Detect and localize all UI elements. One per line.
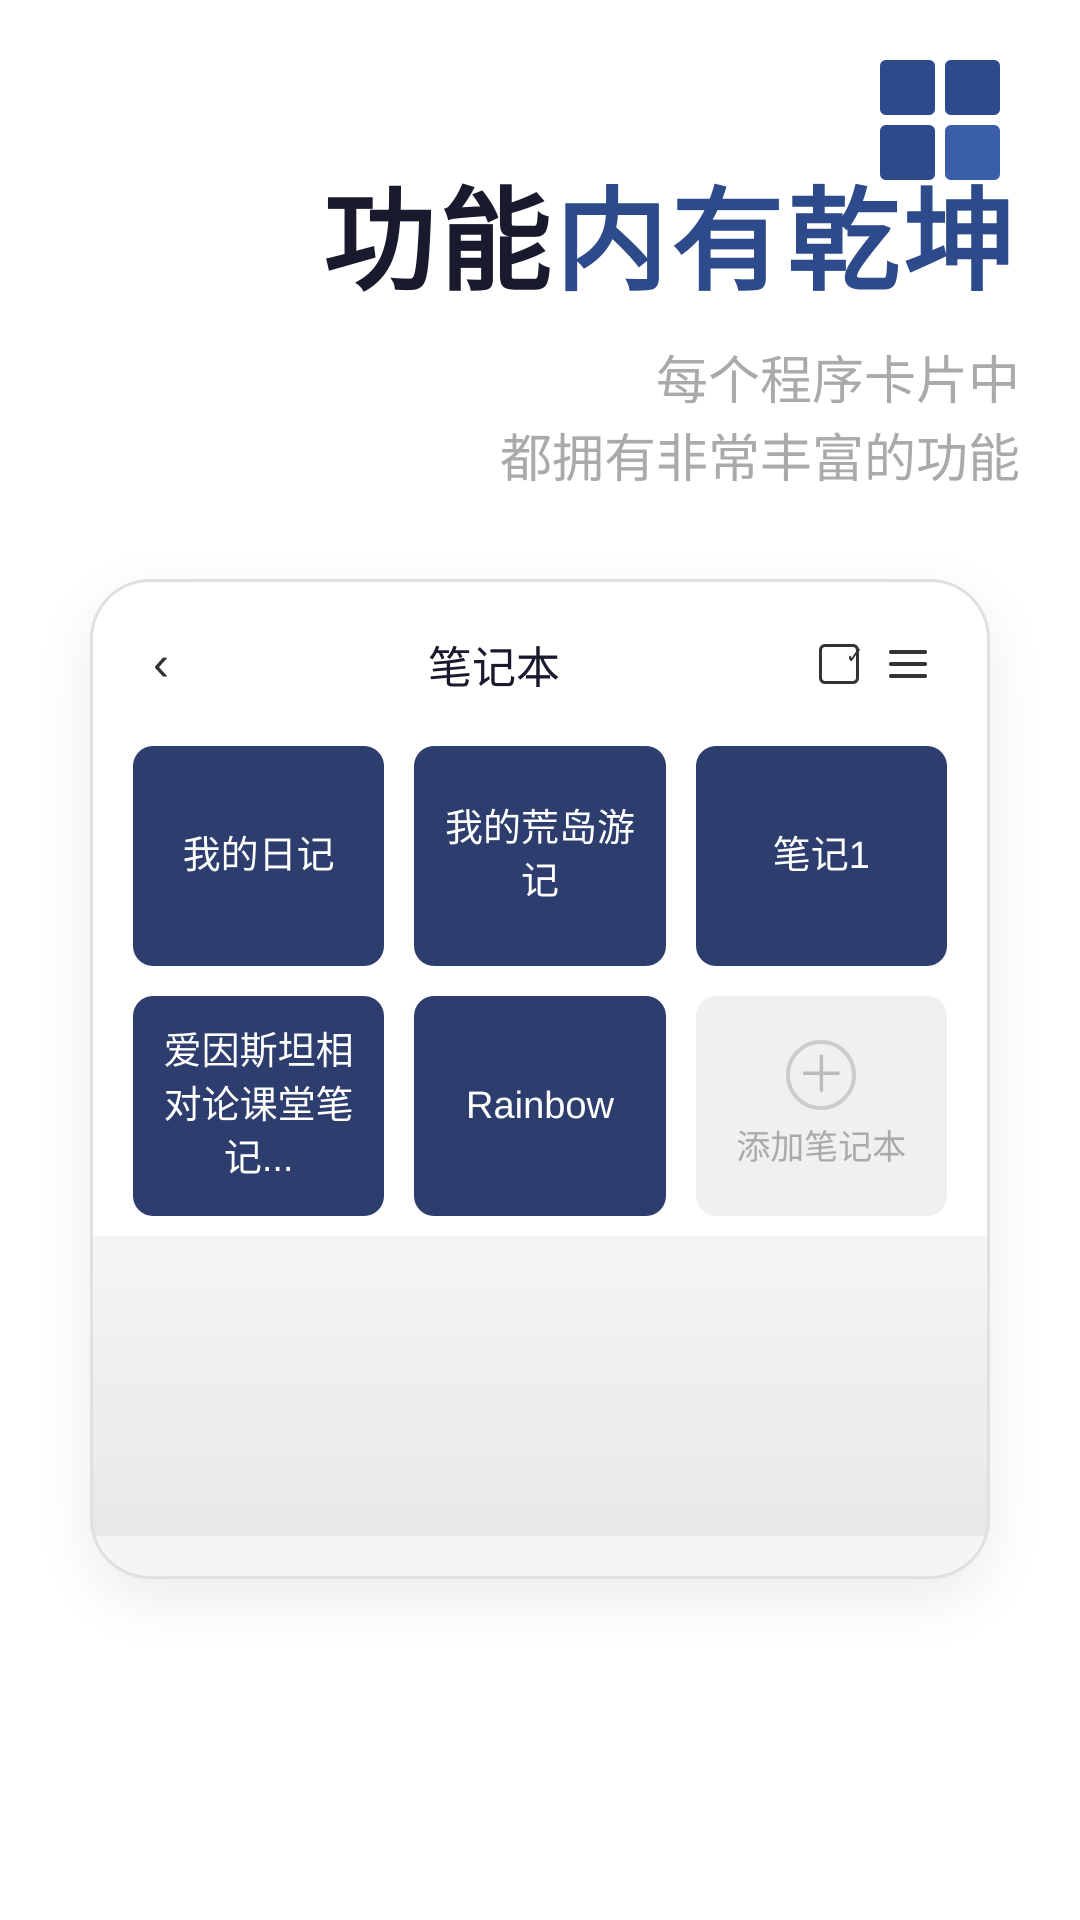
notebook-label-4: 爱因斯坦相对论课堂笔记... bbox=[153, 1026, 364, 1186]
notebook-label-2: 我的荒岛游记 bbox=[434, 803, 645, 909]
menu-line-2 bbox=[889, 662, 927, 666]
menu-line-3 bbox=[889, 674, 927, 678]
subtitle-line2: 都拥有非常丰富的功能 bbox=[60, 421, 1020, 499]
header-actions bbox=[819, 644, 927, 684]
logo-cell-2 bbox=[945, 60, 1000, 115]
screen-title: 笔记本 bbox=[428, 632, 560, 696]
headline-part2: 内有乾坤 bbox=[556, 179, 1020, 304]
headline-section: 功能内有乾坤 每个程序卡片中 都拥有非常丰富的功能 bbox=[0, 180, 1080, 499]
app-header: ‹ 笔记本 bbox=[93, 582, 987, 726]
logo-cell-3 bbox=[880, 125, 935, 180]
notebook-card-5[interactable]: Rainbow bbox=[414, 996, 665, 1216]
notebook-add-card[interactable]: ＋ 添加笔记本 bbox=[696, 996, 947, 1216]
notebook-card-3[interactable]: 笔记1 bbox=[696, 746, 947, 966]
page-container: 功能内有乾坤 每个程序卡片中 都拥有非常丰富的功能 ‹ 笔记本 bbox=[0, 0, 1080, 1920]
back-button[interactable]: ‹ bbox=[153, 637, 169, 692]
headline-main: 功能内有乾坤 bbox=[60, 180, 1020, 303]
headline-part1: 功能 bbox=[324, 179, 556, 304]
notebook-card-1[interactable]: 我的日记 bbox=[133, 746, 384, 966]
bottom-fade-area bbox=[93, 1236, 990, 1536]
add-circle-icon: ＋ bbox=[786, 1040, 856, 1110]
logo-cell-4 bbox=[945, 125, 1000, 180]
notebook-label-3: 笔记1 bbox=[773, 830, 870, 883]
app-logo-icon bbox=[880, 60, 1000, 180]
notebook-card-4[interactable]: 爱因斯坦相对论课堂笔记... bbox=[133, 996, 384, 1216]
logo-cell-1 bbox=[880, 60, 935, 115]
phone-mockup: ‹ 笔记本 我的日记 bbox=[90, 579, 990, 1579]
notebook-label-1: 我的日记 bbox=[183, 830, 335, 883]
headline-subtitle: 每个程序卡片中 都拥有非常丰富的功能 bbox=[60, 343, 1020, 499]
menu-icon[interactable] bbox=[889, 650, 927, 678]
phone-mockup-wrapper: ‹ 笔记本 我的日记 bbox=[60, 579, 1020, 1579]
menu-line-1 bbox=[889, 650, 927, 654]
notebook-label-5: Rainbow bbox=[466, 1080, 614, 1133]
select-icon[interactable] bbox=[819, 644, 859, 684]
notebook-card-2[interactable]: 我的荒岛游记 bbox=[414, 746, 665, 966]
notebook-grid: 我的日记 我的荒岛游记 笔记1 爱因斯坦相对论课堂笔记... Rainbow ＋… bbox=[93, 726, 987, 1236]
subtitle-line1: 每个程序卡片中 bbox=[60, 343, 1020, 421]
add-notebook-label: 添加笔记本 bbox=[736, 1125, 906, 1173]
